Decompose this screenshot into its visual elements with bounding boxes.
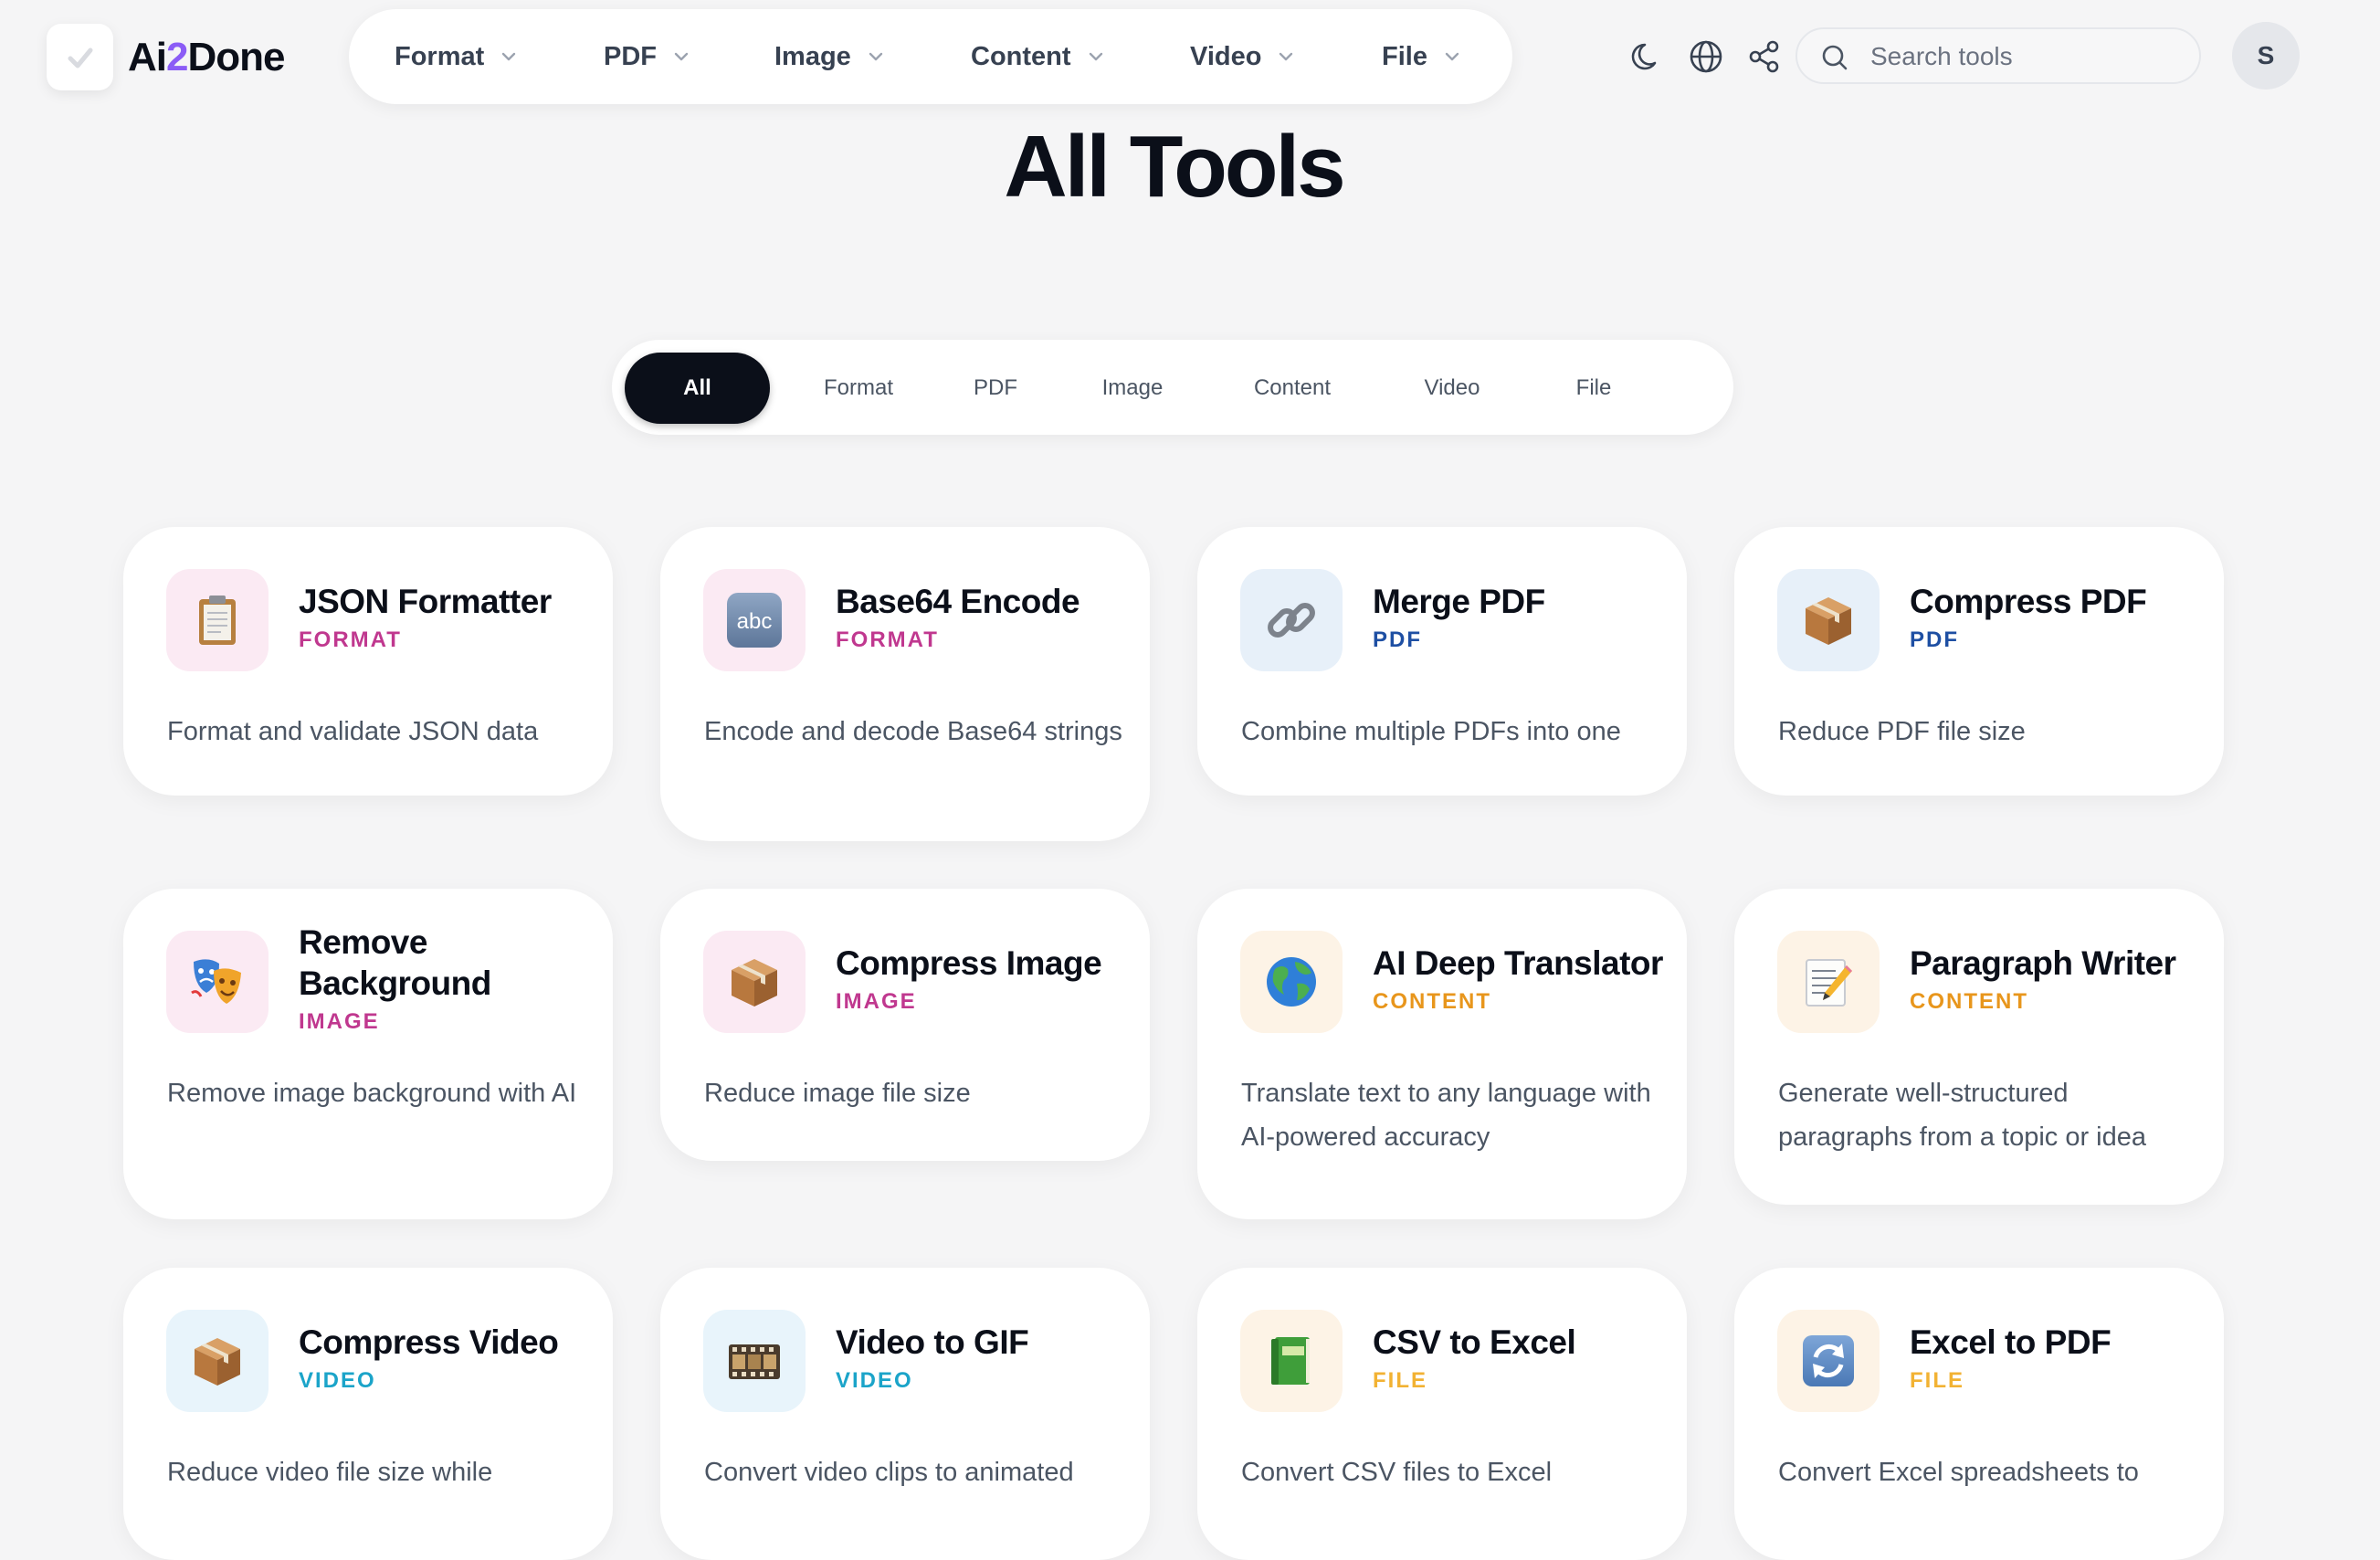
nav-content[interactable]: Content xyxy=(971,9,1104,104)
tool-card-merge-pdf[interactable]: Merge PDF PDF Combine multiple PDFs into… xyxy=(1197,527,1687,796)
nav-file[interactable]: File xyxy=(1382,9,1460,104)
tool-card-compress-image[interactable]: Compress Image IMAGE Reduce image file s… xyxy=(660,889,1150,1161)
globe-icon[interactable] xyxy=(1686,37,1726,77)
tool-name: AI Deep Translator xyxy=(1373,943,1663,982)
moon-icon[interactable] xyxy=(1627,37,1668,77)
share-icon[interactable] xyxy=(1744,37,1785,77)
tool-description: Convert video clips to animated xyxy=(704,1458,1074,1487)
tool-description: Convert Excel spreadsheets to xyxy=(1778,1458,2139,1487)
tool-category: PDF xyxy=(1373,627,1422,652)
tab-content[interactable]: Content xyxy=(1215,353,1370,424)
abc-icon: abc xyxy=(703,569,806,671)
tool-name: Compress PDF xyxy=(1910,582,2147,620)
tool-description: Format and validate JSON data xyxy=(167,717,539,746)
tool-card-remove-background[interactable]: Remove Background IMAGE Remove image bac… xyxy=(123,889,613,1219)
tool-description: Reduce image file size xyxy=(704,1079,971,1108)
chevron-down-icon xyxy=(502,52,516,61)
nav-image[interactable]: Image xyxy=(774,9,884,104)
film-icon xyxy=(703,1310,806,1412)
tool-card-compress-pdf[interactable]: Compress PDF PDF Reduce PDF file size xyxy=(1734,527,2224,796)
tool-name: Compress Image xyxy=(836,943,1102,982)
tool-category: FILE xyxy=(1373,1367,1427,1393)
memo-icon xyxy=(1777,931,1880,1033)
check-icon xyxy=(68,47,92,68)
tab-pdf[interactable]: PDF xyxy=(941,353,1050,424)
tool-category: VIDEO xyxy=(299,1367,376,1393)
tool-description: Convert CSV files to Excel xyxy=(1241,1458,1553,1487)
tool-category: CONTENT xyxy=(1910,988,2028,1014)
tool-name: Base64 Encode xyxy=(836,582,1080,620)
tool-category: FILE xyxy=(1910,1367,1964,1393)
tool-name: JSON Formatter xyxy=(299,582,552,620)
package-icon xyxy=(166,1310,269,1412)
tab-file[interactable]: File xyxy=(1534,353,1653,424)
tool-description: Reduce video file size while xyxy=(167,1458,493,1487)
tool-name: Paragraph Writer xyxy=(1910,943,2176,982)
link-icon xyxy=(1240,569,1343,671)
tool-name: Remove Background xyxy=(299,923,491,1002)
chevron-down-icon xyxy=(1280,52,1293,61)
theater-masks-icon xyxy=(166,931,269,1033)
tool-description: Remove image background with AI xyxy=(167,1079,577,1108)
tab-format[interactable]: Format xyxy=(795,353,922,424)
top-navigation: Format PDF Image Content Video File xyxy=(349,9,1512,104)
chevron-down-icon xyxy=(869,52,883,61)
refresh-icon xyxy=(1777,1310,1880,1412)
tool-category: IMAGE xyxy=(836,988,917,1014)
tool-description: Encode and decode Base64 strings xyxy=(704,717,1122,746)
tool-card-video-to-gif[interactable]: Video to GIF VIDEO Convert video clips t… xyxy=(660,1268,1150,1560)
chevron-down-icon xyxy=(674,52,689,61)
tool-category: IMAGE xyxy=(299,1009,380,1034)
tool-description: Reduce PDF file size xyxy=(1778,717,2026,746)
nav-pdf[interactable]: PDF xyxy=(604,9,690,104)
search-input[interactable] xyxy=(1869,37,2183,77)
logo-badge[interactable] xyxy=(47,24,113,90)
clipboard-icon xyxy=(166,569,269,671)
tool-name: Excel to PDF xyxy=(1910,1323,2111,1361)
search-icon xyxy=(1822,45,1848,70)
tool-name: Merge PDF xyxy=(1373,582,1545,620)
tool-card-base64-encode[interactable]: abc Base64 Encode FORMAT Encode and deco… xyxy=(660,527,1150,841)
tool-card-ai-deep-translator[interactable]: AI Deep Translator CONTENT Translate tex… xyxy=(1197,889,1687,1219)
tool-name: Video to GIF xyxy=(836,1323,1029,1361)
tool-name: CSV to Excel xyxy=(1373,1323,1576,1361)
tool-description: Generate well-structured paragraphs from… xyxy=(1778,1079,2146,1152)
svg-text:abc: abc xyxy=(737,609,773,634)
chevron-down-icon xyxy=(1089,52,1102,61)
package-icon xyxy=(1777,569,1880,671)
tool-category: VIDEO xyxy=(836,1367,913,1393)
tool-card-paragraph-writer[interactable]: Paragraph Writer CONTENT Generate well-s… xyxy=(1734,889,2224,1205)
tool-card-json-formatter[interactable]: JSON Formatter FORMAT Format and validat… xyxy=(123,527,613,796)
tool-description: Combine multiple PDFs into one xyxy=(1241,717,1621,746)
ledger-icon xyxy=(1240,1310,1343,1412)
package-icon xyxy=(703,931,806,1033)
tool-card-compress-video[interactable]: Compress Video VIDEO Reduce video file s… xyxy=(123,1268,613,1560)
tab-video[interactable]: Video xyxy=(1388,353,1516,424)
nav-format[interactable]: Format xyxy=(395,9,517,104)
tool-category: FORMAT xyxy=(299,627,402,652)
category-filter-tabs: All Format PDF Image Content Video File xyxy=(612,340,1733,435)
page-title: All Tools xyxy=(1004,118,1345,216)
brand-logo[interactable]: Ai2Done xyxy=(128,29,285,86)
tool-card-csv-to-excel[interactable]: CSV to Excel FILE Convert CSV files to E… xyxy=(1197,1268,1687,1560)
tool-name: Compress Video xyxy=(299,1323,559,1361)
tool-card-excel-to-pdf[interactable]: Excel to PDF FILE Convert Excel spreadsh… xyxy=(1734,1268,2224,1560)
tool-category: FORMAT xyxy=(836,627,939,652)
chevron-down-icon xyxy=(1445,52,1459,61)
tool-description: Translate text to any language with AI-p… xyxy=(1241,1079,1651,1152)
tab-all[interactable]: All xyxy=(625,353,770,424)
globe-earth-icon xyxy=(1240,931,1343,1033)
tool-category: CONTENT xyxy=(1373,988,1491,1014)
nav-video[interactable]: Video xyxy=(1190,9,1294,104)
user-avatar[interactable]: S xyxy=(2232,22,2300,90)
tool-category: PDF xyxy=(1910,627,1959,652)
search-box[interactable] xyxy=(1796,27,2201,84)
tab-image[interactable]: Image xyxy=(1069,353,1196,424)
